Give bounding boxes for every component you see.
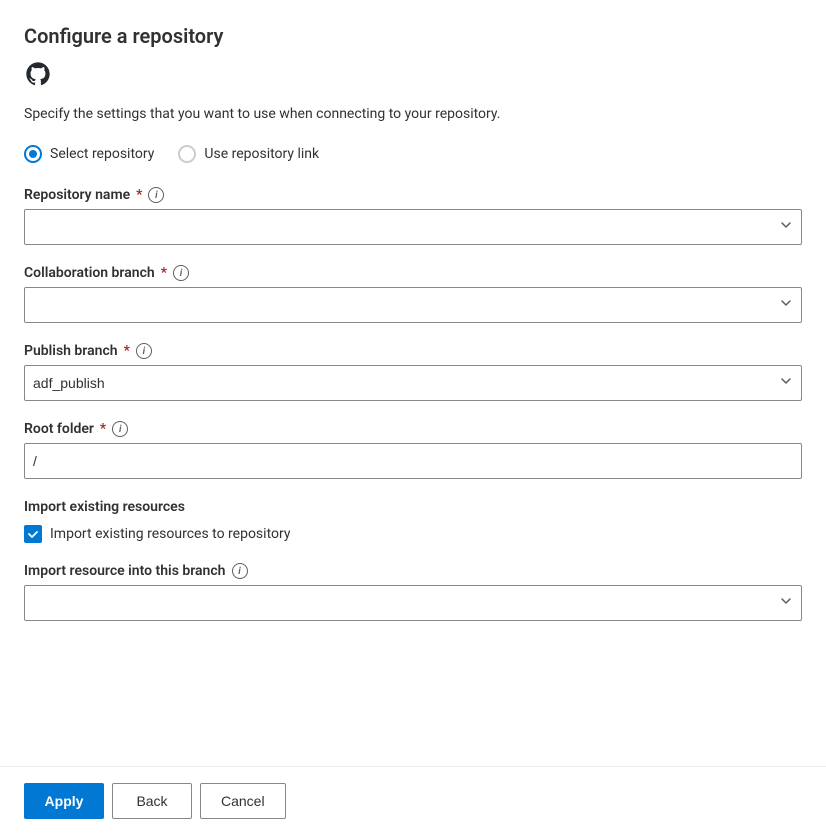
radio-link-label: Use repository link	[204, 146, 319, 162]
cancel-button[interactable]: Cancel	[200, 783, 286, 819]
back-button[interactable]: Back	[112, 783, 192, 819]
page-title: Configure a repository	[24, 24, 802, 48]
radio-group: Select repository Use repository link	[24, 145, 802, 163]
radio-circle-select	[24, 145, 42, 163]
radio-use-link[interactable]: Use repository link	[178, 145, 319, 163]
import-checkbox-box	[24, 525, 42, 543]
root-folder-info-icon[interactable]: i	[112, 421, 128, 437]
import-branch-select[interactable]	[24, 585, 802, 621]
root-folder-label: Root folder	[24, 421, 94, 437]
import-checkbox-wrapper[interactable]: Import existing resources to repository	[24, 525, 802, 543]
repo-name-label: Repository name	[24, 187, 130, 203]
publish-branch-label-row: Publish branch * i	[24, 343, 802, 359]
github-icon	[24, 60, 802, 92]
publish-branch-info-icon[interactable]: i	[136, 343, 152, 359]
content-area: Configure a repository Specify the setti…	[0, 0, 826, 766]
repo-name-group: Repository name * i	[24, 187, 802, 245]
import-section: Import existing resources Import existin…	[24, 499, 802, 543]
publish-branch-select-wrapper: adf_publish	[24, 365, 802, 401]
publish-branch-group: Publish branch * i adf_publish	[24, 343, 802, 401]
radio-select-repository[interactable]: Select repository	[24, 145, 154, 163]
footer-actions: Apply Back Cancel	[0, 767, 826, 835]
root-folder-required: *	[100, 421, 106, 437]
publish-branch-label: Publish branch	[24, 343, 118, 359]
repo-name-info-icon[interactable]: i	[148, 187, 164, 203]
collab-branch-label-row: Collaboration branch * i	[24, 265, 802, 281]
radio-select-label: Select repository	[50, 146, 154, 162]
publish-branch-required: *	[124, 343, 130, 359]
publish-branch-select[interactable]: adf_publish	[24, 365, 802, 401]
root-folder-label-row: Root folder * i	[24, 421, 802, 437]
collab-branch-select[interactable]	[24, 287, 802, 323]
import-section-heading: Import existing resources	[24, 499, 802, 515]
repo-name-label-row: Repository name * i	[24, 187, 802, 203]
apply-button[interactable]: Apply	[24, 783, 104, 819]
page-description: Specify the settings that you want to us…	[24, 104, 802, 125]
repo-name-select-wrapper	[24, 209, 802, 245]
import-branch-group: Import resource into this branch i	[24, 563, 802, 621]
page-container: Configure a repository Specify the setti…	[0, 0, 826, 835]
import-checkbox-label: Import existing resources to repository	[50, 526, 290, 542]
collab-branch-label: Collaboration branch	[24, 265, 155, 281]
repo-name-select[interactable]	[24, 209, 802, 245]
radio-circle-link	[178, 145, 196, 163]
root-folder-input[interactable]	[24, 443, 802, 479]
repo-name-required: *	[136, 187, 142, 203]
import-branch-info-icon[interactable]: i	[232, 563, 248, 579]
check-icon	[27, 528, 39, 540]
collab-branch-required: *	[161, 265, 167, 281]
collab-branch-select-wrapper	[24, 287, 802, 323]
collab-branch-group: Collaboration branch * i	[24, 265, 802, 323]
import-branch-label-row: Import resource into this branch i	[24, 563, 802, 579]
root-folder-group: Root folder * i	[24, 421, 802, 479]
import-branch-label: Import resource into this branch	[24, 563, 226, 579]
collab-branch-info-icon[interactable]: i	[173, 265, 189, 281]
import-branch-select-wrapper	[24, 585, 802, 621]
